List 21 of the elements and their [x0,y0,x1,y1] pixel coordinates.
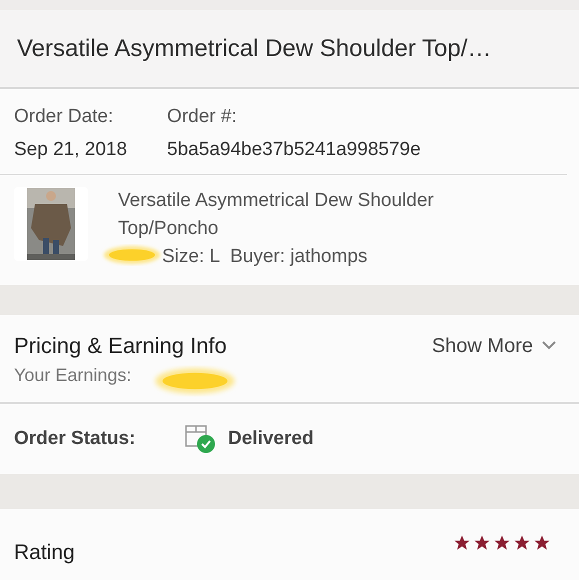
order-number: 5ba5a94be37b5241a998579e [167,138,421,162]
rating-label: Rating [14,540,75,566]
earnings-label: Your Earnings: [14,364,132,387]
order-date-label: Order Date: [14,105,114,129]
star-icon [513,534,531,552]
delivered-box-icon [184,424,216,454]
star-icon [533,534,551,552]
page-title: Versatile Asymmetrical Dew Shoulder Top/… [17,34,492,64]
order-number-label: Order #: [167,105,238,129]
item-buyer: Buyer: jathomps [230,245,368,269]
item-size: Size: L [162,245,220,269]
star-icon [453,534,471,552]
item-title: Versatile Asymmetrical Dew Shoulder Top/Poncho [118,189,435,241]
order-date: Sep 21, 2018 [14,138,128,162]
star-icon [473,534,491,552]
order-status: Delivered [228,426,314,451]
show-more-button[interactable]: Show More [432,329,565,359]
order-status-label: Order Status: [14,426,136,451]
star-icon [493,534,511,552]
chevron-icon [541,340,557,350]
pricing-title: Pricing & Earning Info [14,332,227,360]
